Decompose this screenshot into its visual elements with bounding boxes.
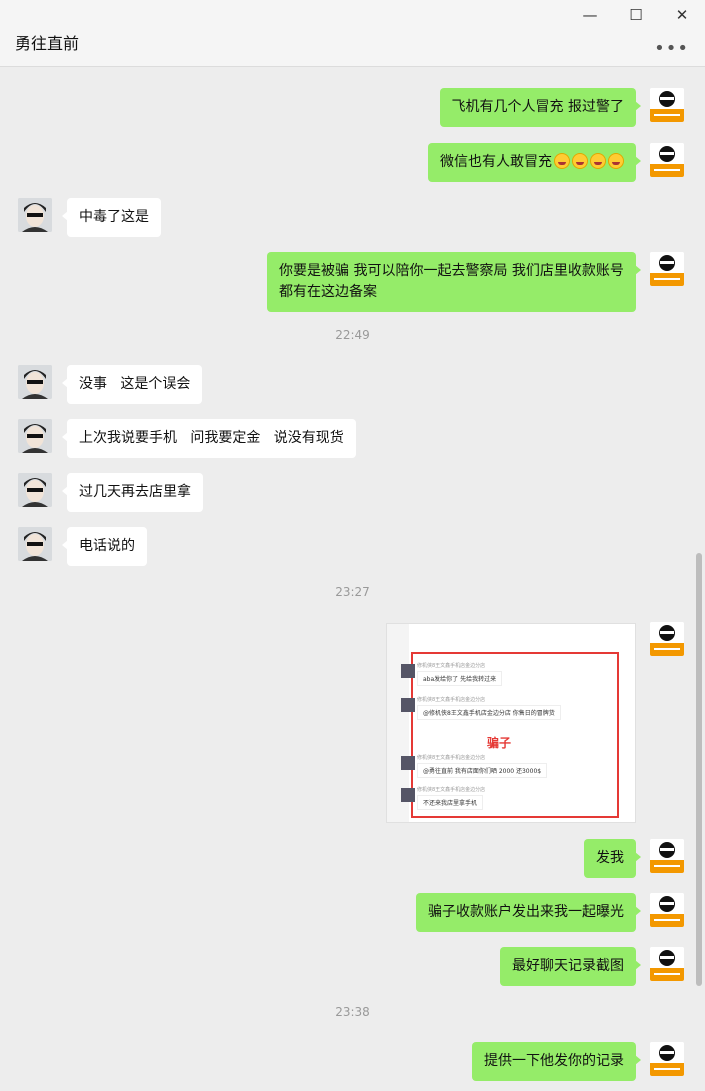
message-bubble[interactable]: 你要是被骗 我可以陪你一起去警察局 我们店里收款账号都有在这边备案 (267, 252, 641, 312)
contact-avatar[interactable] (18, 527, 52, 561)
contact-avatar[interactable] (18, 365, 52, 399)
contact-avatar[interactable] (18, 198, 52, 232)
screenshot-text: @勇往直前 我有店面你们晒 2000 还3000$ (417, 763, 548, 778)
anime-avatar-icon (18, 527, 52, 561)
contact-avatar[interactable] (18, 473, 52, 507)
screenshot-sender: 修机侠8王文鑫手机店金边分店 (417, 697, 486, 703)
message-bubble[interactable]: 电话说的 (62, 527, 147, 566)
self-avatar[interactable] (650, 622, 684, 656)
screenshot-row: 修机侠8王文鑫手机店金边分店 aba发给你了 先给我转过来 (401, 662, 503, 686)
close-button[interactable]: ✕ (672, 5, 692, 25)
shop-logo-icon (650, 893, 684, 927)
screenshot-avatar (401, 788, 415, 802)
self-avatar[interactable] (650, 143, 684, 177)
shop-logo-icon (650, 143, 684, 177)
contact-avatar[interactable] (18, 419, 52, 453)
shop-logo-icon (650, 252, 684, 286)
timestamp: 23:27 (335, 585, 370, 599)
timestamp: 22:49 (335, 328, 370, 342)
screenshot-avatar (401, 756, 415, 770)
chat-title: 勇往直前 (15, 34, 80, 53)
self-avatar[interactable] (650, 893, 684, 927)
title-bar: 勇往直前 — ☐ ✕ ••• (0, 0, 705, 67)
message-bubble[interactable]: 提供一下他发你的记录 (472, 1042, 641, 1081)
scrollbar-thumb[interactable] (696, 553, 702, 986)
message-bubble[interactable]: 过几天再去店里拿 (62, 473, 203, 512)
screenshot-row: 修机侠8王文鑫手机店金边分店 不还来我店里拿手机 (401, 786, 486, 810)
message-bubble[interactable]: 没事 这是个误会 (61, 365, 203, 404)
screenshot-text: @修机侠8王文鑫手机店金边分店 你售日的冒牌货 (417, 705, 561, 720)
laughing-crying-emoji-icon (554, 153, 570, 169)
image-message[interactable]: 修机侠8王文鑫手机店金边分店 aba发给你了 先给我转过来 修机侠8王文鑫手机店… (386, 623, 636, 823)
self-avatar[interactable] (650, 1042, 684, 1076)
screenshot-sender: 修机侠8王文鑫手机店金边分店 (417, 663, 486, 669)
message-bubble[interactable]: 上次我说要手机 问我要定金 说没有现货 (62, 419, 356, 458)
shop-logo-icon (650, 947, 684, 981)
shop-logo-icon (650, 1042, 684, 1076)
laughing-crying-emoji-icon (590, 153, 606, 169)
screenshot-text: aba发给你了 先给我转过来 (417, 671, 503, 686)
minimize-button[interactable]: — (580, 5, 600, 25)
self-avatar[interactable] (650, 839, 684, 873)
timestamp: 23:38 (335, 1005, 370, 1019)
screenshot-text: 不还来我店里拿手机 (417, 795, 484, 810)
scammer-label: 骗子 (487, 736, 512, 750)
self-avatar[interactable] (650, 88, 684, 122)
maximize-button[interactable]: ☐ (626, 5, 646, 25)
shop-logo-icon (650, 622, 684, 656)
laughing-crying-emoji-icon (608, 153, 624, 169)
shop-logo-icon (650, 88, 684, 122)
message-bubble[interactable]: 中毒了这是 (62, 198, 161, 237)
self-avatar[interactable] (650, 252, 684, 286)
chat-area[interactable]: 飞机有几个人冒充 报过警了 微信也有人敢冒充 中毒了这是 你要是被骗 我可以陪你… (0, 67, 705, 1091)
laughing-crying-emoji-icon (572, 153, 588, 169)
screenshot-row: 修机侠8王文鑫手机店金边分店 @勇往直前 我有店面你们晒 2000 还3000$ (401, 754, 548, 778)
message-bubble[interactable]: 骗子收款账户发出来我一起曝光 (416, 893, 641, 932)
self-avatar[interactable] (650, 947, 684, 981)
message-bubble[interactable]: 发我 (584, 839, 641, 878)
anime-avatar-icon (18, 473, 52, 507)
shop-logo-icon (650, 839, 684, 873)
anime-avatar-icon (18, 198, 52, 232)
screenshot-avatar (401, 664, 415, 678)
more-options-icon[interactable]: ••• (654, 38, 689, 59)
anime-avatar-icon (18, 419, 52, 453)
screenshot-sender: 修机侠8王文鑫手机店金边分店 (417, 787, 486, 793)
screenshot-row: 修机侠8王文鑫手机店金边分店 @修机侠8王文鑫手机店金边分店 你售日的冒牌货 (401, 696, 561, 720)
message-bubble[interactable]: 飞机有几个人冒充 报过警了 (439, 88, 642, 127)
message-bubble[interactable]: 微信也有人敢冒充 (428, 143, 641, 182)
message-text: 微信也有人敢冒充 (440, 154, 552, 170)
screenshot-sender: 修机侠8王文鑫手机店金边分店 (417, 755, 486, 761)
message-bubble[interactable]: 最好聊天记录截图 (500, 947, 641, 986)
anime-avatar-icon (18, 365, 52, 399)
screenshot-avatar (401, 698, 415, 712)
